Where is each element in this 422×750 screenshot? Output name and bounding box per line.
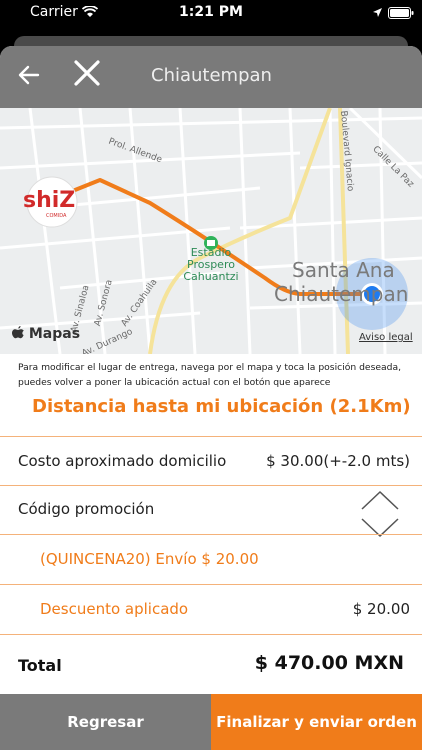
town-label: Chiautempan <box>274 282 409 306</box>
maps-attribution: Mapas <box>12 326 80 342</box>
logo-subtext: COMIDA <box>46 213 67 219</box>
logo-text: shiZ <box>23 188 76 213</box>
instructions-text: Para modificar el lugar de entrega, nave… <box>18 362 402 388</box>
back-arrow-icon[interactable] <box>18 60 44 90</box>
battery-icon <box>388 7 414 19</box>
shipping-row: Costo aproximado domicilio $ 30.00(+-2.0… <box>0 436 422 486</box>
maps-attribution-text: Mapas <box>28 326 81 342</box>
shipping-value: $ 30.00(+-2.0 mts) <box>266 452 410 470</box>
promo-applied-row: (QUINCENA20) Envío $ 20.00 <box>0 535 422 585</box>
promo-row[interactable]: Código promoción <box>0 485 422 538</box>
status-bar: Carrier 1:21 PM <box>0 0 422 26</box>
clock: 1:21 PM <box>179 4 243 20</box>
shipping-label: Costo aproximado domicilio <box>18 452 227 470</box>
promo-applied-label: (QUINCENA20) Envío $ 20.00 <box>40 550 259 568</box>
discount-value: $ 20.00 <box>352 600 410 618</box>
town-label: Santa Ana <box>292 258 395 282</box>
location-arrow-icon <box>373 8 382 17</box>
promo-toggle[interactable] <box>360 489 400 539</box>
map-canvas <box>0 108 422 354</box>
divider <box>0 634 422 635</box>
finish-order-button[interactable]: Finalizar y enviar orden <box>211 694 422 750</box>
page-title: Chiautempan <box>151 65 272 86</box>
total-label: Total <box>18 656 62 675</box>
delivery-map[interactable]: Prol. Allende Av. Sinaloa Av. Sonora Av.… <box>0 108 422 354</box>
discount-row: Descuento aplicado $ 20.00 <box>0 585 422 635</box>
nav-bar: Chiautempan <box>0 46 422 108</box>
apple-icon <box>12 326 24 339</box>
order-modal: Chiautempan Prol. Allende Av. Sinaloa Av… <box>0 46 422 750</box>
chevron-up-icon <box>361 490 399 510</box>
close-icon[interactable] <box>72 58 106 94</box>
total-amount: $ 470.00 MXN <box>254 652 404 674</box>
distance-label: Distancia hasta mi ubicación (2.1Km) <box>32 396 411 417</box>
poi-line: Cahuantzi <box>183 270 239 283</box>
legal-link[interactable]: Aviso legal <box>359 332 413 343</box>
promo-label: Código promoción <box>18 500 155 518</box>
discount-label: Descuento aplicado <box>40 600 189 618</box>
back-button[interactable]: Regresar <box>0 694 211 750</box>
